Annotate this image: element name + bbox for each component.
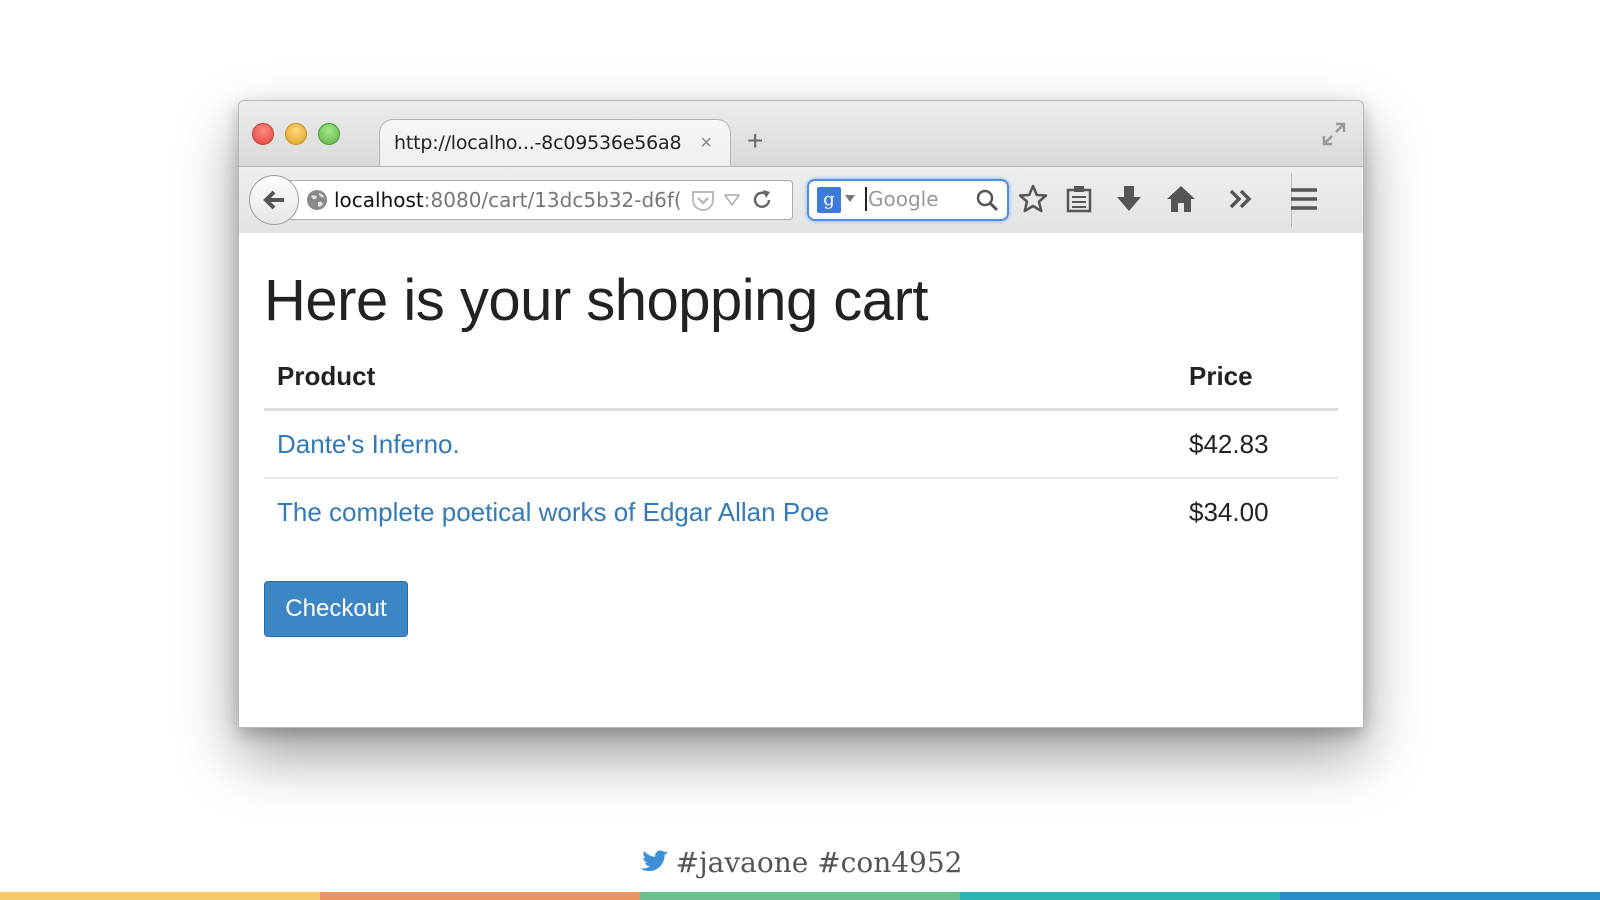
back-arrow-icon [263,190,284,210]
table-row: Dante's Inferno. $42.83 [264,409,1338,479]
minimize-window-button[interactable] [285,123,307,145]
globe-icon [307,190,327,210]
search-bar[interactable]: g Google [807,179,1009,221]
navigation-toolbar: localhost:8080/cart/13dc5b32-d6f( g Goog… [239,166,1363,234]
search-input[interactable]: Google [865,187,939,211]
price-cell: $42.83 [1176,409,1338,479]
tab-title: http://localho...-8c09536e56a8 [394,132,682,154]
browser-tab[interactable]: http://localho...-8c09536e56a8 × [379,119,731,168]
pocket-icon[interactable] [690,189,716,213]
back-button[interactable] [249,175,299,225]
download-icon[interactable] [1113,183,1145,215]
close-window-button[interactable] [252,123,274,145]
color-stripe [0,892,1600,900]
price-cell: $34.00 [1189,497,1269,527]
stripe-segment [320,892,640,900]
checkout-button[interactable]: Checkout [264,581,408,637]
stripe-segment [1280,892,1600,900]
url-bar[interactable]: localhost:8080/cart/13dc5b32-d6f( [283,180,793,220]
search-engine-dropdown-icon[interactable] [845,195,855,203]
page-content: Here is your shopping cart Product Price… [239,233,1363,727]
stripe-segment [640,892,960,900]
new-tab-button[interactable]: + [747,127,763,155]
url-path: :8080/cart/13dc5b32-d6f( [423,188,682,212]
zoom-window-button[interactable] [318,123,340,145]
price-column-header: Price [1176,351,1338,411]
page-title: Here is your shopping cart [264,268,929,333]
product-column-header: Product [264,351,1176,411]
google-icon[interactable]: g [817,187,841,213]
slide-footer: #javaone #con4952 [0,846,1600,882]
tab-close-icon[interactable]: × [700,132,712,155]
home-icon[interactable] [1165,183,1197,215]
cart-table: Product Price Dante's Inferno. $42.83 Th… [264,351,1338,545]
url-text: localhost:8080/cart/13dc5b32-d6f( [334,188,684,212]
product-link[interactable]: Dante's Inferno. [277,429,460,459]
browser-window: http://localho...-8c09536e56a8 × + local… [238,100,1364,728]
table-header-row: Product Price [264,351,1338,411]
product-cell: Dante's Inferno. [264,409,1176,479]
hamburger-menu-icon[interactable] [1287,183,1321,215]
twitter-bird-icon [639,850,669,871]
product-link[interactable]: The complete poetical works of Edgar All… [277,497,829,527]
hashtags: #javaone #con4952 [675,846,963,879]
bookmark-star-icon[interactable] [1017,183,1049,215]
reload-icon[interactable] [750,188,774,212]
url-host: localhost [334,188,424,212]
stripe-segment [960,892,1280,900]
title-bar: http://localho...-8c09536e56a8 × + [239,101,1363,168]
overflow-chevron-icon[interactable] [1225,183,1257,215]
fullscreen-icon[interactable] [1321,121,1347,147]
stripe-segment [0,892,320,900]
product-cell: The complete poetical works of Edgar All… [264,478,1176,545]
table-row: The complete poetical works of Edgar All… [264,478,1338,545]
search-icon[interactable] [975,188,999,212]
url-dropdown-icon[interactable] [724,193,740,207]
bookmarks-list-icon[interactable] [1063,183,1095,215]
